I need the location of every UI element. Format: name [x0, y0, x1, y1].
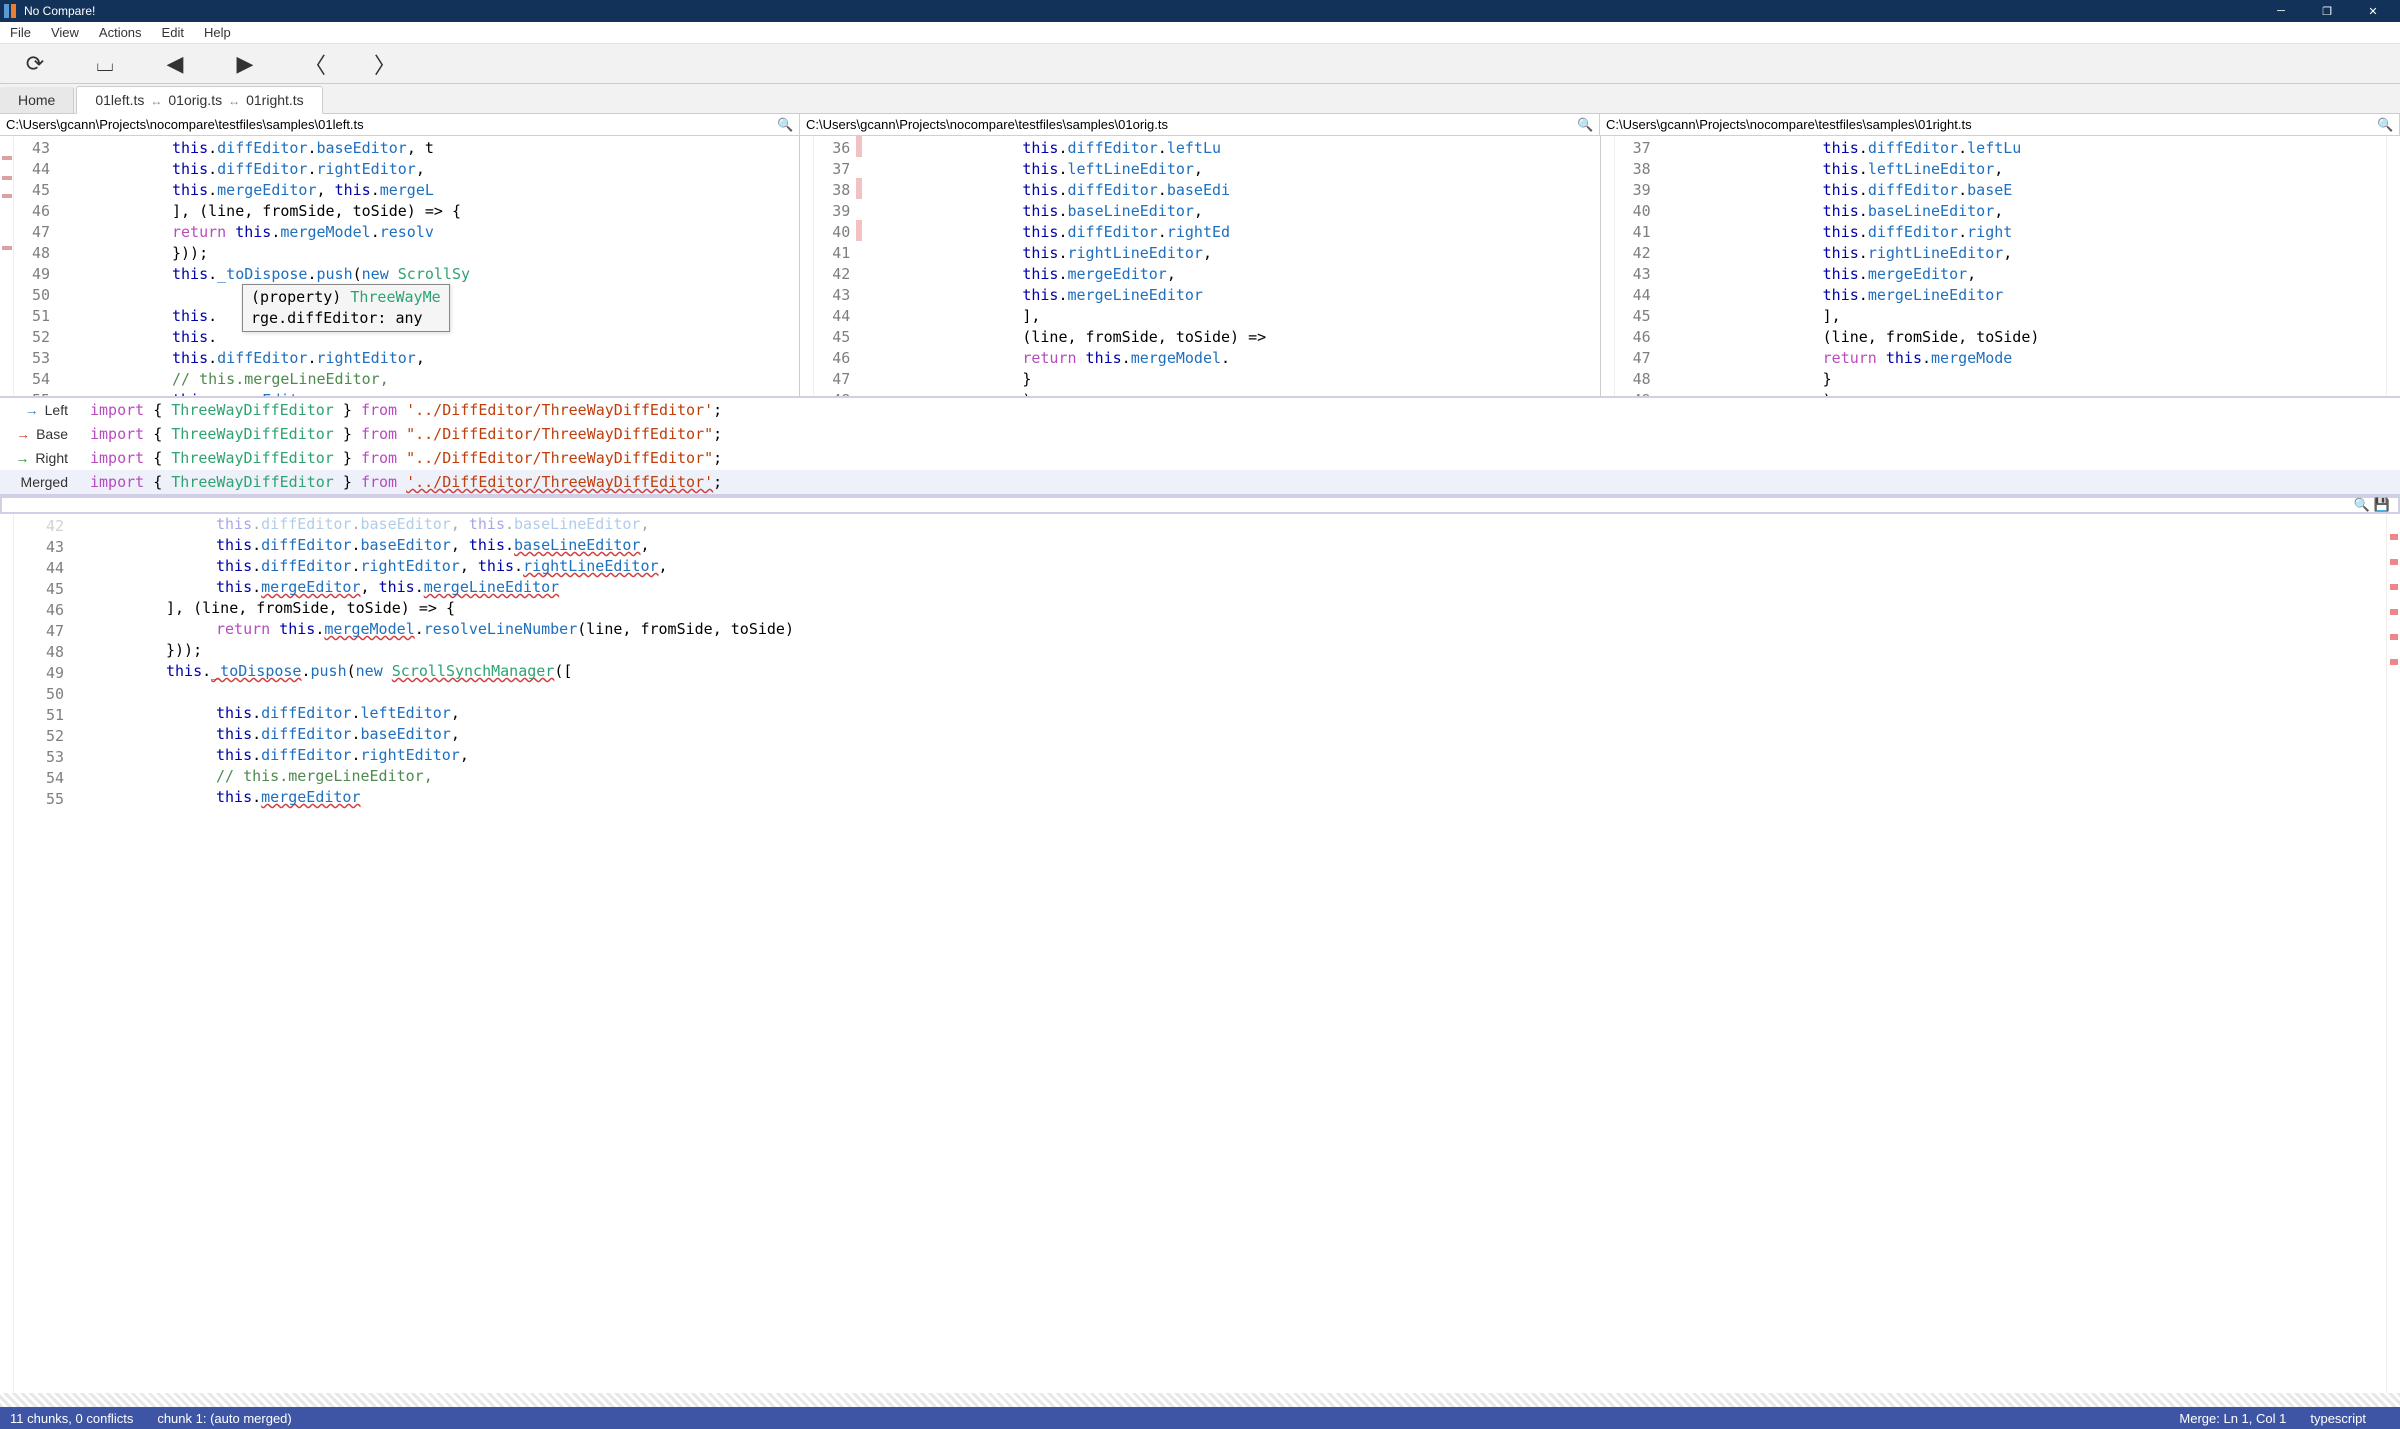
tab-left-file: 01left.ts — [95, 92, 144, 108]
overview-ruler-merged[interactable] — [2386, 514, 2400, 1393]
filepath-orig[interactable]: C:\Users\gcann\Projects\nocompare\testfi… — [800, 114, 1600, 135]
next-chunk-button[interactable]: 〉 — [350, 44, 420, 83]
menubar: File View Actions Edit Help — [0, 22, 2400, 44]
overview-ruler-right[interactable] — [2386, 136, 2400, 396]
window-title: No Compare! — [24, 4, 95, 18]
status-chunks: 11 chunks, 0 conflicts — [10, 1411, 133, 1426]
caret-right-icon: ▶ — [237, 51, 254, 77]
whitespace-button[interactable]: ⌴ — [70, 44, 140, 83]
find-icon[interactable]: 🔍 — [777, 117, 793, 133]
refresh-icon: ⟳ — [26, 51, 44, 77]
chevron-right-icon: 〉 — [374, 48, 396, 80]
tab-home[interactable]: Home — [0, 87, 74, 113]
pane-left[interactable]: 43444546474849505152535455 this.diffEdit… — [0, 136, 800, 396]
gutter-left: 43444546474849505152535455 — [14, 136, 56, 396]
label-left: Left — [45, 402, 68, 418]
toolbar: ⟳ ⌴ ◀ ▶ 〈 〉 — [0, 44, 2400, 84]
menu-view[interactable]: View — [41, 25, 89, 40]
intellisense-tooltip: (property) ThreeWayMe rge.diffEditor: an… — [242, 284, 450, 332]
arrow-right-icon: → — [25, 402, 39, 418]
tab-arrow-icon: ↔ — [228, 94, 240, 108]
save-icon[interactable]: 💾 — [2372, 497, 2392, 513]
tab-bar: Home 01left.ts ↔ 01orig.ts ↔ 01right.ts — [0, 84, 2400, 114]
filepath-left[interactable]: C:\Users\gcann\Projects\nocompare\testfi… — [0, 114, 800, 135]
minimap-right[interactable] — [1601, 136, 1615, 396]
code-line-right: import { ThreeWayDiffEditor } from "../D… — [78, 449, 2400, 467]
pane-orig[interactable]: 36373839404142434445464748 this.diffEdit… — [800, 136, 1600, 396]
code-merged[interactable]: this.diffEditor.baseEditor, this.baseLin… — [76, 514, 2386, 1393]
code-orig[interactable]: this.diffEditor.leftLuthis.leftLineEdito… — [862, 136, 1599, 396]
menu-file[interactable]: File — [0, 25, 41, 40]
next-diff-button[interactable]: ▶ — [210, 44, 280, 83]
menu-actions[interactable]: Actions — [89, 25, 152, 40]
gutter-merged: 4243444546474849505152535455 — [14, 514, 70, 1393]
find-icon[interactable]: 🔍 — [2352, 497, 2372, 513]
filepath-orig-text: C:\Users\gcann\Projects\nocompare\testfi… — [806, 117, 1577, 132]
tab-arrow-icon: ↔ — [150, 94, 162, 108]
filepath-bar: C:\Users\gcann\Projects\nocompare\testfi… — [0, 114, 2400, 136]
merged-editor[interactable]: 4243444546474849505152535455 this.diffEd… — [0, 514, 2400, 1393]
tab-comparison[interactable]: 01left.ts ↔ 01orig.ts ↔ 01right.ts — [76, 86, 322, 114]
menu-help[interactable]: Help — [194, 25, 241, 40]
merged-footer-hatch — [0, 1393, 2400, 1407]
prev-chunk-button[interactable]: 〈 — [280, 44, 350, 83]
status-bar: 11 chunks, 0 conflicts chunk 1: (auto me… — [0, 1407, 2400, 1429]
tab-right-file: 01right.ts — [246, 92, 304, 108]
filepath-right[interactable]: C:\Users\gcann\Projects\nocompare\testfi… — [1600, 114, 2400, 135]
code-line-left: import { ThreeWayDiffEditor } from '../D… — [78, 401, 2400, 419]
label-merged: Merged — [21, 474, 68, 490]
prev-diff-button[interactable]: ◀ — [140, 44, 210, 83]
status-language[interactable]: typescript — [2310, 1411, 2366, 1426]
minimize-button[interactable]: ─ — [2258, 5, 2304, 17]
titlebar: No Compare! ─ ❐ ✕ — [0, 0, 2400, 22]
menu-edit[interactable]: Edit — [152, 25, 194, 40]
find-icon[interactable]: 🔍 — [2377, 117, 2393, 133]
pane-right[interactable]: 37383940414243444546474849 this.diffEdit… — [1601, 136, 2400, 396]
gutter-right: 37383940414243444546474849 — [1615, 136, 1657, 396]
app-logo — [4, 4, 18, 18]
close-button[interactable]: ✕ — [2350, 5, 2396, 18]
minimap-merged-left[interactable] — [0, 514, 14, 1393]
merge-input-bar[interactable]: 🔍 💾 — [0, 496, 2400, 514]
arrow-right-icon: → — [16, 426, 30, 442]
code-left[interactable]: this.diffEditor.baseEditor, tthis.diffEd… — [62, 136, 799, 396]
code-line-base: import { ThreeWayDiffEditor } from "../D… — [78, 425, 2400, 443]
label-base: Base — [36, 426, 68, 442]
filepath-left-text: C:\Users\gcann\Projects\nocompare\testfi… — [6, 117, 777, 132]
label-right: Right — [35, 450, 68, 466]
diff-row-right: → Right import { ThreeWayDiffEditor } fro… — [0, 446, 2400, 470]
code-right[interactable]: this.diffEditor.leftLuthis.leftLineEdito… — [1663, 136, 2386, 396]
minimap-orig[interactable] — [800, 136, 814, 396]
caret-left-icon: ◀ — [167, 51, 184, 77]
chevron-left-icon: 〈 — [304, 48, 326, 80]
diff-row-base: → Base import { ThreeWayDiffEditor } from… — [0, 422, 2400, 446]
status-current-chunk: chunk 1: (auto merged) — [157, 1411, 291, 1426]
arrow-right-icon: → — [15, 450, 29, 466]
three-way-diff: 43444546474849505152535455 this.diffEdit… — [0, 136, 2400, 396]
refresh-button[interactable]: ⟳ — [0, 44, 70, 83]
code-line-merged: import { ThreeWayDiffEditor } from '../D… — [78, 473, 2400, 491]
status-cursor-pos[interactable]: Merge: Ln 1, Col 1 — [2179, 1411, 2286, 1426]
whitespace-icon: ⌴ — [96, 51, 114, 77]
minimap-left[interactable] — [0, 136, 14, 396]
tab-orig-file: 01orig.ts — [168, 92, 222, 108]
diff-row-merged[interactable]: Merged import { ThreeWayDiffEditor } fro… — [0, 470, 2400, 494]
gutter-orig: 36373839404142434445464748 — [814, 136, 856, 396]
filepath-right-text: C:\Users\gcann\Projects\nocompare\testfi… — [1606, 117, 2377, 132]
diff-row-left: → Left import { ThreeWayDiffEditor } from… — [0, 398, 2400, 422]
maximize-button[interactable]: ❐ — [2304, 5, 2350, 18]
diff-line-comparison: → Left import { ThreeWayDiffEditor } from… — [0, 396, 2400, 496]
find-icon[interactable]: 🔍 — [1577, 117, 1593, 133]
